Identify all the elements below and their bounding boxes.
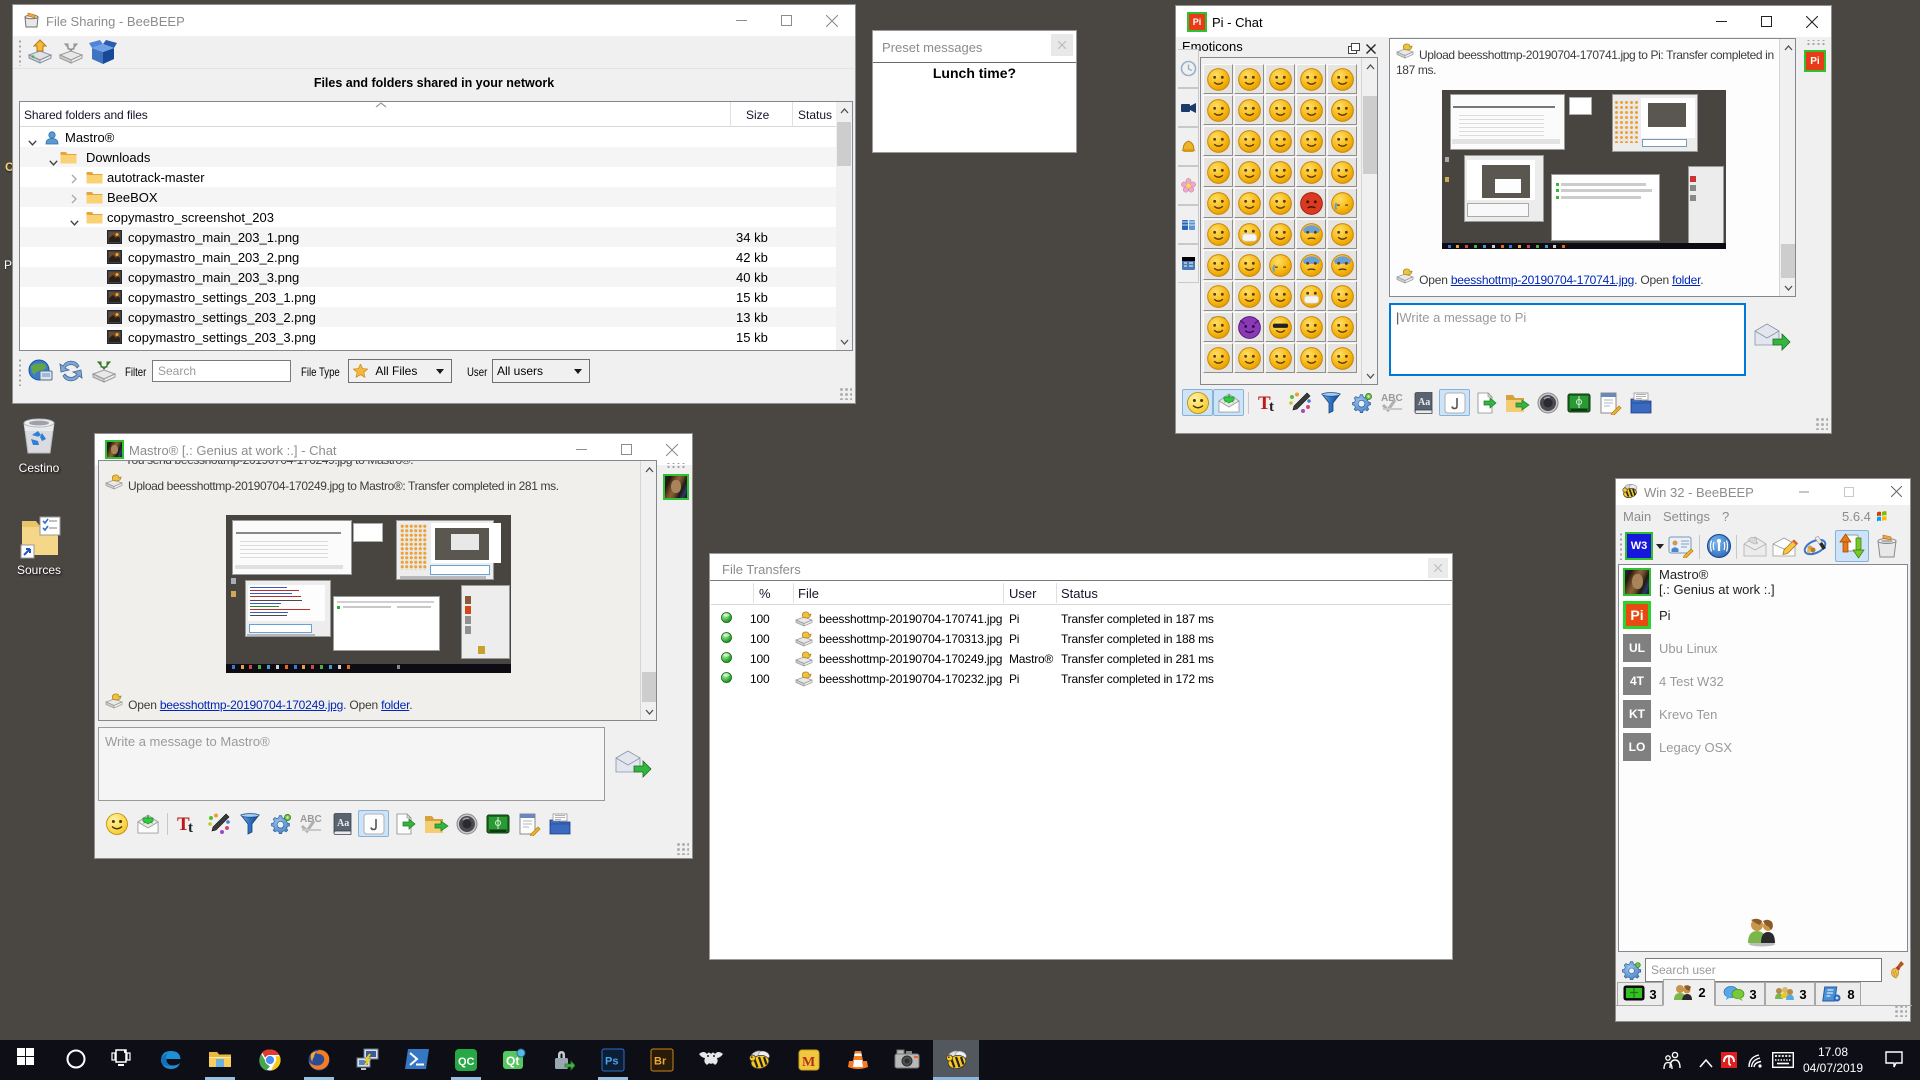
svg-text:Qt: Qt (506, 1054, 519, 1068)
svg-text:QC: QC (458, 1056, 475, 1068)
svg-text:Ps: Ps (605, 1056, 618, 1068)
svg-text:M: M (802, 1055, 815, 1070)
svg-text:t: t (188, 820, 193, 836)
svg-text:Aa: Aa (337, 818, 349, 829)
svg-text:Aa: Aa (1418, 397, 1430, 408)
svg-text:Br: Br (654, 1056, 667, 1068)
svg-text:t: t (1269, 399, 1274, 415)
